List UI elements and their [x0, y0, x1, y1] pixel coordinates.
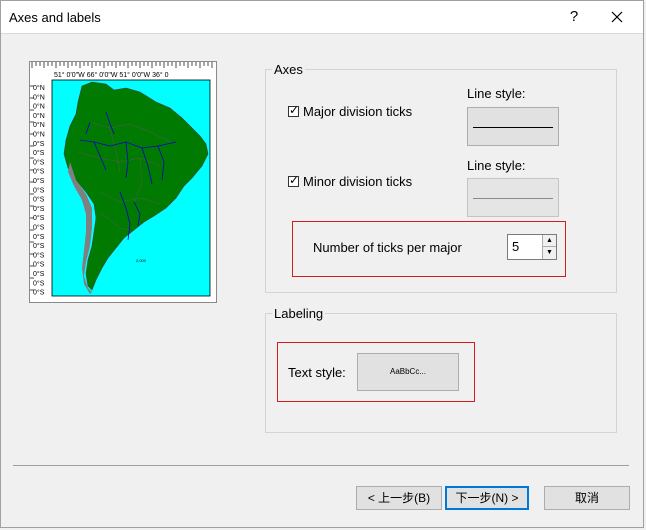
checkmark-icon: ✓ — [289, 103, 300, 117]
major-ticks-row[interactable]: ✓ Major division ticks — [288, 103, 413, 119]
ticks-per-major-value[interactable]: 5 — [512, 239, 519, 254]
cancel-button[interactable]: 取消 — [544, 486, 630, 510]
left-tick-label: 0°S — [33, 261, 45, 269]
left-tick-label: 0°S — [33, 224, 45, 232]
left-tick-label: 0°S — [33, 214, 45, 222]
left-tick-label: 0°S — [33, 242, 45, 250]
left-tick-labels: 0°N0°N0°N0°N0°N0°N0°S0°S0°S0°S0°S0°S0°S0… — [33, 84, 45, 297]
left-tick-label: 0°S — [33, 158, 45, 166]
close-icon — [611, 11, 623, 23]
map-preview-svg: 51° 0'0"W 66° 0'0"W 51° 0'0"W 36° 0 0°N0… — [30, 62, 216, 297]
left-tick-label: 0°N — [33, 103, 45, 111]
left-tick-label: 0°S — [33, 289, 45, 297]
footer-separator — [13, 465, 629, 466]
spin-down-button[interactable]: ▼ — [542, 247, 556, 259]
left-tick-label: 0°N — [33, 121, 45, 129]
title-bar: Axes and labels ? — [1, 1, 643, 34]
left-tick-label: 0°S — [33, 186, 45, 194]
line-style-preview-icon — [473, 197, 553, 199]
top-tick-labels: 51° 0'0"W 66° 0'0"W 51° 0'0"W 36° 0 — [54, 71, 169, 79]
left-tick-label: 0°N — [33, 112, 45, 120]
text-style-button[interactable]: AaBbCc... — [357, 353, 459, 391]
minor-ticks-row[interactable]: ✓ Minor division ticks — [288, 173, 413, 189]
minor-line-style-button[interactable] — [467, 178, 559, 217]
left-tick-label: 0°S — [33, 205, 45, 213]
checkmark-icon: ✓ — [289, 173, 300, 187]
text-style-label: Text style: — [288, 365, 346, 380]
map-preview: 51° 0'0"W 66° 0'0"W 51° 0'0"W 36° 0 0°N 0… — [29, 61, 217, 303]
major-ticks-label: Major division ticks — [303, 104, 413, 119]
next-button[interactable]: 下一步(N) > — [445, 486, 529, 510]
major-line-style-button[interactable] — [467, 107, 559, 146]
labeling-group-title: Labeling — [272, 306, 326, 321]
major-ticks-checkbox[interactable]: ✓ — [288, 103, 300, 117]
left-tick-label: 0°S — [33, 233, 45, 241]
axes-group-title: Axes — [272, 62, 305, 77]
left-tick-label: 0°N — [33, 84, 45, 92]
left-tick-label: 0°N — [33, 93, 45, 101]
ticks-per-major-label: Number of ticks per major — [313, 240, 462, 255]
left-tick-label: 0°S — [33, 140, 45, 148]
minor-line-style-label: Line style: — [467, 158, 526, 173]
close-button[interactable] — [605, 6, 629, 28]
back-button[interactable]: < 上一步(B) — [356, 486, 442, 510]
left-tick-label: 0°S — [33, 279, 45, 287]
minor-ticks-label: Minor division ticks — [303, 174, 413, 189]
left-tick-label: 0°S — [33, 168, 45, 176]
left-tick-label: 0°S — [33, 177, 45, 185]
window-title: Axes and labels — [9, 10, 101, 25]
minor-ticks-checkbox[interactable]: ✓ — [288, 173, 300, 187]
left-tick-label: 0°S — [33, 196, 45, 204]
axes-and-labels-dialog: Axes and labels ? 51° 0'0"W 66° 0'0"W 51… — [0, 0, 644, 528]
scale-label: 2,000 — [136, 258, 147, 263]
left-tick-label: 0°N — [33, 131, 45, 139]
left-tick-label: 0°S — [33, 270, 45, 278]
ticks-per-major-spinner[interactable]: 5 ▲ ▼ — [507, 234, 557, 260]
spin-up-button[interactable]: ▲ — [542, 235, 556, 247]
left-tick-label: 0°S — [33, 251, 45, 259]
line-style-preview-icon — [473, 126, 553, 128]
help-button[interactable]: ? — [567, 8, 581, 25]
major-line-style-label: Line style: — [467, 86, 526, 101]
left-tick-label: 0°S — [33, 149, 45, 157]
